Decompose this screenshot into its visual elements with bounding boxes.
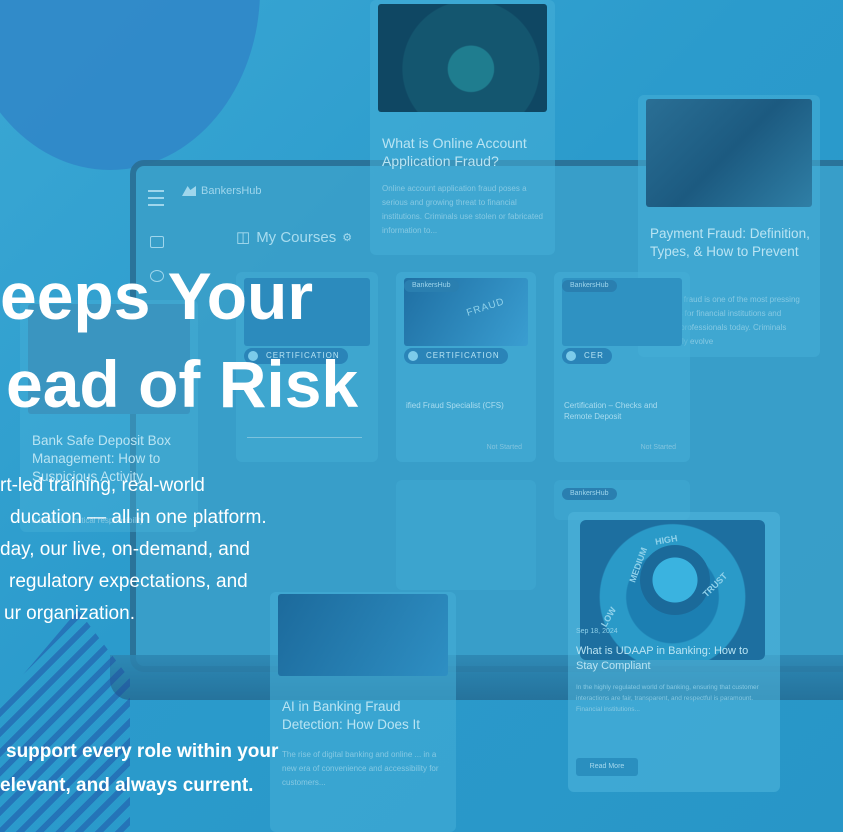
- brand-pill: BankersHub: [562, 280, 617, 292]
- hero-description-line: regulatory expectations, and: [9, 571, 248, 592]
- progress-line: [247, 437, 362, 438]
- hero-emphasis-line: support every role within your: [6, 741, 279, 762]
- my-courses-label: My Courses: [256, 228, 337, 246]
- dial-label-low: LOW: [598, 605, 619, 629]
- book-icon: ◫: [236, 229, 251, 246]
- my-courses-heading: ◫ My Courses ⚙: [236, 228, 353, 247]
- trust-dial-image: LOW MEDIUM HIGH TRUST: [580, 520, 765, 660]
- hero-description: rt-led training, real-world ducation — a…: [0, 470, 267, 630]
- card-excerpt: Online account application fraud poses a…: [382, 184, 543, 235]
- logo-mark-icon: [182, 186, 196, 196]
- card-ai-banking-fraud[interactable]: AI in Banking Fraud Detection: How Does …: [270, 592, 456, 832]
- card-udaap[interactable]: LOW MEDIUM HIGH TRUST Sep 18, 2024 What …: [568, 512, 780, 792]
- card-title: Certification – Checks and Remote Deposi…: [564, 401, 658, 421]
- certification-badge: CER: [562, 348, 612, 364]
- courses-icon: [150, 236, 164, 248]
- menu-icon: [148, 190, 164, 206]
- background-stage: BankersHub ◫ My Courses ⚙ What is Online…: [0, 0, 843, 832]
- card-title: ified Fraud Specialist (CFS): [406, 401, 504, 410]
- brand-pill: BankersHub: [404, 280, 459, 292]
- hero-description-line: ducation — all in one platform.: [10, 507, 267, 528]
- card-thumbnail: [646, 99, 812, 207]
- hero-title: eeps Your ead of Risk: [0, 252, 358, 428]
- card-title: Payment Fraud: Definition, Types, & How …: [650, 226, 810, 259]
- card-course-row2-a[interactable]: [396, 480, 536, 590]
- hero-description-line: ur organization.: [4, 603, 135, 624]
- gear-icon: ⚙: [342, 231, 353, 244]
- brand-logo: BankersHub: [182, 185, 262, 197]
- status-label: Not Started: [486, 444, 522, 451]
- hero-description-line: rt-led training, real-world: [0, 475, 205, 496]
- card-thumbnail: [378, 4, 547, 112]
- card-thumbnail: [278, 594, 448, 676]
- read-more-button[interactable]: Read More: [576, 758, 638, 776]
- hero-emphasis-line: elevant, and always current.: [0, 775, 254, 796]
- card-excerpt: The rise of digital banking and online .…: [282, 750, 439, 787]
- hero-emphasis: support every role within your elevant, …: [0, 735, 278, 803]
- card-checks-remote-deposit[interactable]: BankersHub CER Certification – Checks an…: [554, 272, 690, 462]
- card-title: What is Online Account Application Fraud…: [382, 135, 527, 169]
- card-online-account-fraud[interactable]: What is Online Account Application Fraud…: [370, 0, 555, 255]
- decorative-circle: [0, 0, 260, 170]
- hero-description-line: day, our live, on-demand, and: [0, 539, 250, 560]
- hero-title-line-1: eeps Your: [0, 259, 314, 333]
- card-title: What is UDAAP in Banking: How to Stay Co…: [576, 645, 749, 672]
- status-label: Not Started: [640, 444, 676, 451]
- hero-title-line-2: ead of Risk: [6, 347, 359, 421]
- card-excerpt: In the highly regulated world of banking…: [576, 684, 759, 713]
- brand-pill: BankersHub: [562, 488, 617, 500]
- brand-name: BankersHub: [201, 185, 262, 197]
- post-date: Sep 18, 2024: [576, 628, 618, 635]
- card-title: AI in Banking Fraud Detection: How Does …: [282, 699, 421, 732]
- dial-knob: [640, 545, 710, 615]
- card-certified-fraud-specialist[interactable]: BankersHub FRAUD CERTIFICATION ified Fra…: [396, 272, 536, 462]
- certification-badge: CERTIFICATION: [404, 348, 508, 364]
